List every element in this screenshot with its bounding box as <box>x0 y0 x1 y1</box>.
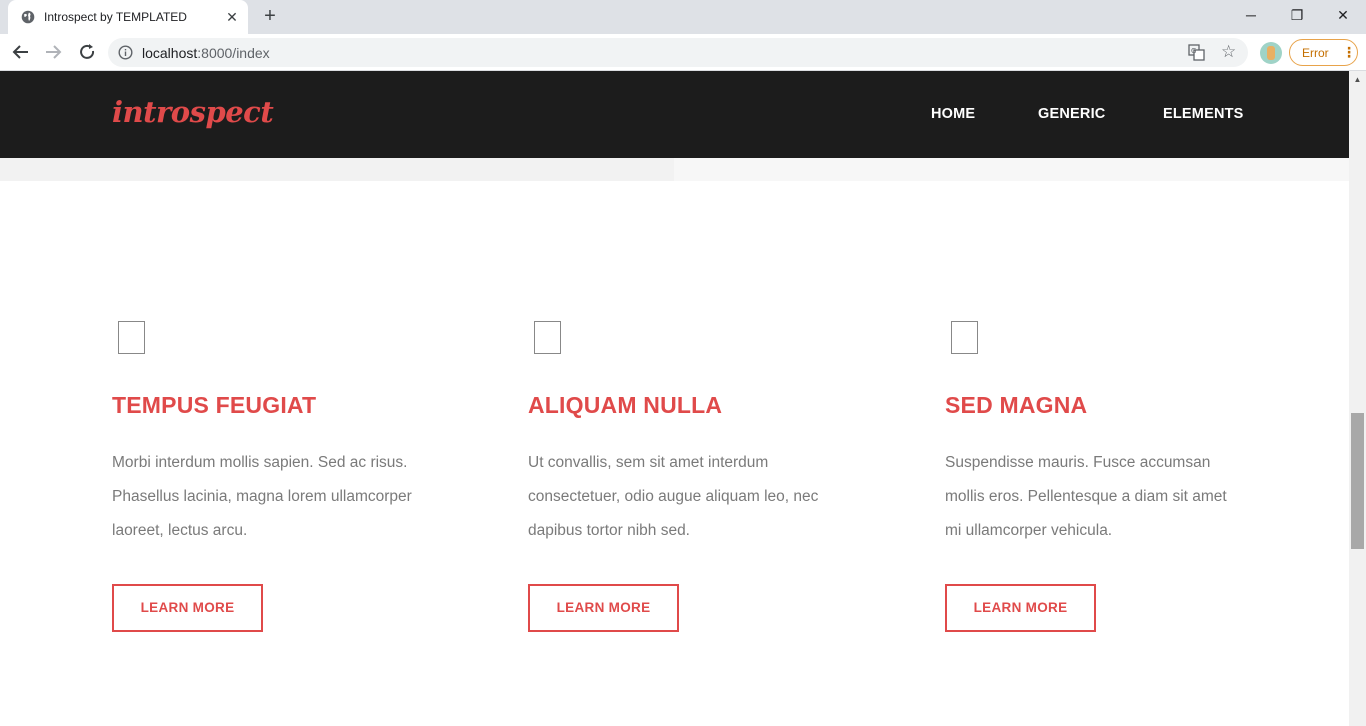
browser-toolbar: localhost:8000/index G ☆ Error ⋮ <box>0 34 1366 71</box>
nav-generic[interactable]: GENERIC <box>1038 106 1105 122</box>
minimize-button[interactable]: ─ <box>1228 0 1274 30</box>
nav-home[interactable]: HOME <box>931 106 975 122</box>
globe-icon <box>21 10 35 24</box>
page-scrollbar[interactable]: ▲ <box>1349 71 1366 726</box>
learn-more-button[interactable]: LEARN MORE <box>528 584 679 632</box>
close-tab-icon[interactable]: ✕ <box>224 9 240 25</box>
site-header: introspect HOME GENERIC ELEMENTS <box>0 71 1349 158</box>
site-logo[interactable]: introspect <box>112 95 274 129</box>
back-arrow-icon[interactable] <box>8 39 34 65</box>
maximize-button[interactable]: ❐ <box>1274 0 1320 30</box>
reload-icon[interactable] <box>74 39 100 65</box>
feature-title: SED MAGNA <box>945 392 1088 418</box>
learn-more-button[interactable]: LEARN MORE <box>945 584 1096 632</box>
feature-text: Morbi interdum mollis sapien. Sed ac ris… <box>112 454 412 539</box>
tab-title: Introspect by TEMPLATED <box>44 10 187 24</box>
svg-text:G: G <box>1191 47 1196 55</box>
address-bar[interactable]: localhost:8000/index G ☆ <box>108 38 1248 67</box>
kebab-menu-icon: ⋮ <box>1342 44 1356 60</box>
learn-more-button[interactable]: LEARN MORE <box>112 584 263 632</box>
feature-placeholder-icon <box>118 321 145 354</box>
forward-arrow-icon[interactable] <box>40 39 66 65</box>
translate-icon[interactable]: G <box>1188 44 1205 61</box>
feature-title: TEMPUS FEUGIAT <box>112 392 317 418</box>
error-button[interactable]: Error ⋮ <box>1289 39 1358 66</box>
scrollbar-thumb[interactable] <box>1351 413 1364 549</box>
url-path: :8000/index <box>197 45 270 61</box>
error-label: Error <box>1302 46 1329 60</box>
url-text[interactable]: localhost:8000/index <box>142 45 270 61</box>
feature-placeholder-icon <box>951 321 978 354</box>
site-info-icon[interactable] <box>118 45 133 60</box>
feature-text: Ut convallis, sem sit amet interdum cons… <box>528 454 819 539</box>
nav-elements[interactable]: ELEMENTS <box>1163 106 1244 122</box>
banner-left-panel <box>0 158 674 181</box>
feature-title: ALIQUAM NULLA <box>528 392 723 418</box>
browser-tab[interactable]: Introspect by TEMPLATED ✕ <box>8 0 248 34</box>
feature-placeholder-icon <box>534 321 561 354</box>
new-tab-button[interactable]: + <box>258 5 282 29</box>
tab-strip: Introspect by TEMPLATED ✕ + ─ ❐ ✕ <box>0 0 1366 34</box>
scroll-up-arrow-icon[interactable]: ▲ <box>1349 71 1366 88</box>
banner-bottom-strip <box>0 158 1349 181</box>
profile-avatar[interactable] <box>1260 42 1282 64</box>
bookmark-star-icon[interactable]: ☆ <box>1221 42 1236 62</box>
close-window-button[interactable]: ✕ <box>1320 0 1366 30</box>
feature-text: Suspendisse mauris. Fusce accumsan molli… <box>945 454 1227 539</box>
url-host: localhost <box>142 45 198 61</box>
